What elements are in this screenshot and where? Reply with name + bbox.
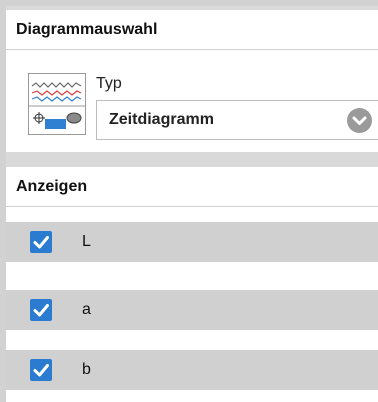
section-title-display: Anzeigen — [16, 177, 88, 195]
checkmark-icon — [33, 304, 49, 317]
type-label: Typ — [96, 75, 122, 92]
display-option-label: b — [82, 361, 91, 378]
time-diagram-thumbnail-icon — [28, 73, 86, 135]
thumbnail-ellipse — [66, 112, 82, 124]
checkmark-icon — [33, 364, 49, 377]
checkmark-icon — [33, 236, 49, 249]
section-header-display: Anzeigen — [6, 167, 378, 207]
thumbnail-blue-block — [45, 119, 66, 129]
section-header-diagram-selection: Diagrammauswahl — [6, 10, 378, 50]
thumbnail-graphic — [29, 82, 85, 129]
checkbox-a[interactable] — [30, 299, 52, 321]
checkbox-b[interactable] — [30, 359, 52, 381]
thumbnail-wave-red — [31, 90, 82, 96]
diagram-type-value: Zeitdiagramm — [109, 111, 214, 128]
display-option-L[interactable]: L — [6, 222, 378, 262]
diagram-type-select[interactable]: Zeitdiagramm — [96, 100, 378, 140]
display-option-a[interactable]: a — [6, 290, 378, 330]
thumbnail-wave-gray — [31, 82, 82, 88]
section-title-diagram-selection: Diagrammauswahl — [16, 20, 158, 38]
section-divider — [6, 152, 378, 167]
display-option-b[interactable]: b — [6, 350, 378, 390]
checkbox-L[interactable] — [30, 231, 52, 253]
display-option-label: a — [82, 301, 91, 318]
display-option-label: L — [82, 233, 91, 250]
thumbnail-wave-blue — [31, 96, 82, 102]
chevron-down-icon[interactable] — [347, 108, 372, 133]
